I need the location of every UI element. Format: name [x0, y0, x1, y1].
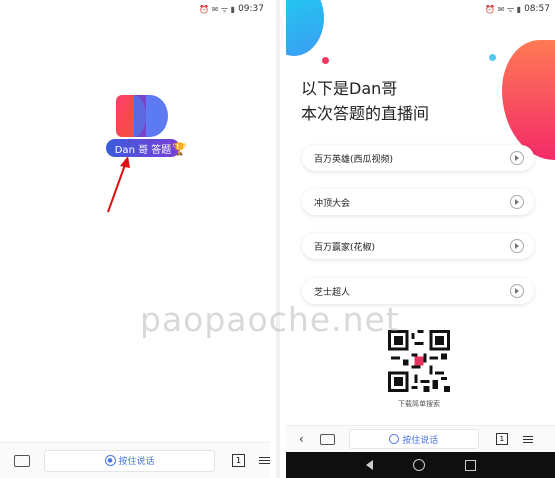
play-icon[interactable] — [510, 239, 524, 253]
play-icon[interactable] — [510, 284, 524, 298]
live-room-item[interactable]: 百万英雄(西瓜视频) — [302, 145, 534, 171]
right-phone-screen: ⏰ ✉ ᯤ ▮ 08:57 以下是Dan哥 本次答题的直播间 百万英雄(西瓜视频… — [286, 0, 555, 478]
app-logo-icon[interactable] — [116, 95, 168, 137]
bottom-toolbar: ● 按住说话 1 — [0, 442, 270, 478]
screenshot-divider — [276, 0, 280, 478]
tab-count-button[interactable]: 1 — [232, 454, 246, 467]
play-icon[interactable] — [510, 151, 524, 165]
page-headline: 以下是Dan哥 本次答题的直播间 — [301, 76, 429, 126]
headline-line-2: 本次答题的直播间 — [301, 104, 430, 123]
status-time: 08:57 — [524, 4, 550, 14]
keyboard-icon[interactable] — [319, 433, 335, 445]
red-arrow-icon — [107, 156, 130, 213]
nav-back-icon[interactable] — [366, 460, 373, 470]
signal-icons: ⏰ ✉ ᯤ ▮ — [199, 4, 236, 14]
mic-icon — [389, 434, 400, 444]
tab-count-button[interactable]: 1 — [495, 433, 508, 445]
bottom-toolbar: ‹ 按住说话 1 — [286, 425, 555, 452]
mic-icon: ● — [104, 455, 116, 466]
decor-blue-dot — [489, 54, 496, 61]
talk-label: 按住说话 — [118, 457, 155, 467]
headline-line-1: 以下是Dan哥 — [301, 79, 398, 98]
item-label: 百万英雄(西瓜视频) — [314, 154, 394, 165]
status-bar: ⏰ ✉ ᯤ ▮ 08:57 — [286, 0, 555, 18]
decor-red-dot — [322, 57, 329, 64]
live-room-item[interactable]: 百万赢家(花椒) — [302, 233, 534, 259]
qr-caption: 下载简单搜索 — [398, 400, 440, 408]
menu-icon[interactable] — [259, 455, 270, 466]
android-nav-bar — [286, 452, 555, 478]
nav-recent-icon[interactable] — [465, 459, 476, 471]
left-phone-screen: ⏰ ✉ ᯤ ▮ 09:37 Dan 哥 答题 🏆 ● 按住说话 1 — [0, 0, 270, 478]
trophy-icon: 🏆 — [172, 142, 187, 156]
item-label: 芝士超人 — [314, 287, 351, 298]
nav-home-icon[interactable] — [413, 459, 425, 471]
status-bar: ⏰ ✉ ᯤ ▮ 09:37 — [0, 0, 270, 18]
qr-code-icon — [388, 330, 450, 392]
item-label: 百万赢家(花椒) — [314, 242, 376, 253]
decor-red-blob — [502, 40, 555, 160]
play-icon[interactable] — [510, 195, 524, 209]
signal-icons: ⏰ ✉ ᯤ ▮ — [485, 4, 522, 14]
talk-label: 按住说话 — [402, 435, 439, 446]
hold-to-talk-button[interactable]: ● 按住说话 — [43, 449, 216, 472]
live-room-item[interactable]: 冲顶大会 — [302, 189, 534, 215]
status-time: 09:37 — [238, 4, 264, 14]
back-icon[interactable]: ‹ — [299, 432, 304, 446]
menu-icon[interactable] — [522, 434, 533, 445]
keyboard-icon[interactable] — [14, 454, 30, 467]
item-label: 冲顶大会 — [314, 198, 351, 209]
live-room-item[interactable]: 芝士超人 — [302, 278, 534, 304]
hold-to-talk-button[interactable]: 按住说话 — [348, 429, 479, 449]
